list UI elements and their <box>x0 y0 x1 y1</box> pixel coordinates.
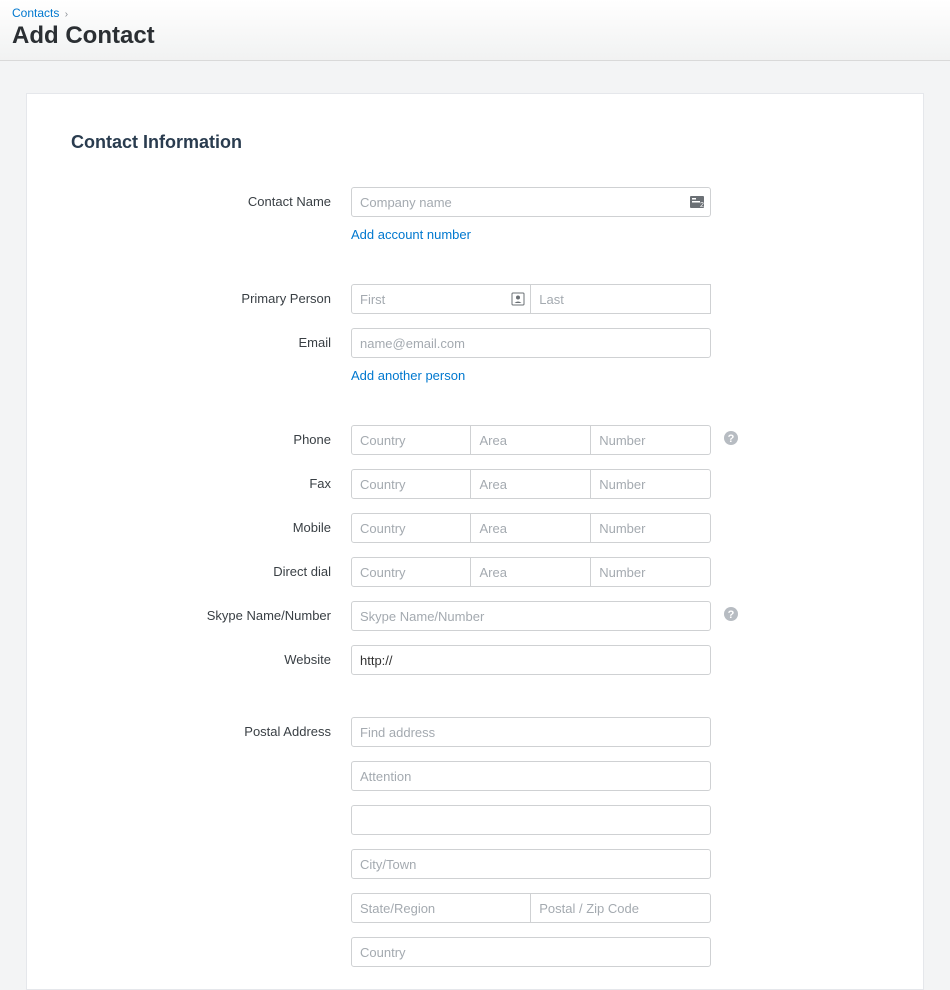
first-name-input[interactable] <box>351 284 531 314</box>
phone-area-input[interactable] <box>471 425 591 455</box>
row-postal-find: Postal Address <box>71 717 879 747</box>
add-another-person-link[interactable]: Add another person <box>351 368 465 383</box>
postal-find-address-input[interactable] <box>351 717 711 747</box>
row-skype: Skype Name/Number ? <box>71 601 879 631</box>
fax-area-input[interactable] <box>471 469 591 499</box>
breadcrumb: Contacts › <box>12 6 938 20</box>
postal-street-input[interactable] <box>351 805 711 835</box>
website-input[interactable] <box>351 645 711 675</box>
label-direct-dial: Direct dial <box>71 557 351 579</box>
section-title: Contact Information <box>71 132 879 153</box>
direct-dial-area-input[interactable] <box>471 557 591 587</box>
help-icon[interactable]: ? <box>723 430 747 446</box>
breadcrumb-separator: › <box>65 9 68 20</box>
postal-attention-input[interactable] <box>351 761 711 791</box>
direct-dial-number-input[interactable] <box>591 557 711 587</box>
breadcrumb-contacts-link[interactable]: Contacts <box>12 6 59 20</box>
row-email: Email Add another person <box>71 328 879 383</box>
email-input[interactable] <box>351 328 711 358</box>
contact-form-card: Contact Information Contact Name 2 Add a… <box>26 93 924 990</box>
row-primary-person: Primary Person <box>71 284 879 314</box>
row-fax: Fax <box>71 469 879 499</box>
fax-country-input[interactable] <box>351 469 471 499</box>
skype-input[interactable] <box>351 601 711 631</box>
row-contact-name: Contact Name 2 Add account number <box>71 187 879 242</box>
label-postal-address: Postal Address <box>71 717 351 739</box>
label-skype: Skype Name/Number <box>71 601 351 623</box>
row-website: Website <box>71 645 879 675</box>
row-postal-attention <box>71 761 879 791</box>
postal-city-input[interactable] <box>351 849 711 879</box>
label-primary-person: Primary Person <box>71 284 351 306</box>
row-postal-state-zip <box>71 893 879 923</box>
row-phone: Phone ? <box>71 425 879 455</box>
postal-country-input[interactable] <box>351 937 711 967</box>
direct-dial-country-input[interactable] <box>351 557 471 587</box>
add-account-number-link[interactable]: Add account number <box>351 227 471 242</box>
page-title: Add Contact <box>12 22 938 50</box>
row-postal-city <box>71 849 879 879</box>
row-direct-dial: Direct dial <box>71 557 879 587</box>
postal-zip-input[interactable] <box>531 893 711 923</box>
phone-number-input[interactable] <box>591 425 711 455</box>
row-postal-street <box>71 805 879 835</box>
svg-text:?: ? <box>728 609 735 621</box>
row-postal-country <box>71 937 879 967</box>
row-mobile: Mobile <box>71 513 879 543</box>
svg-text:?: ? <box>728 433 735 445</box>
label-contact-name: Contact Name <box>71 187 351 209</box>
help-icon[interactable]: ? <box>723 606 747 622</box>
phone-country-input[interactable] <box>351 425 471 455</box>
label-email: Email <box>71 328 351 350</box>
page-header: Contacts › Add Contact <box>0 0 950 61</box>
postal-state-input[interactable] <box>351 893 531 923</box>
last-name-input[interactable] <box>531 284 711 314</box>
label-fax: Fax <box>71 469 351 491</box>
mobile-country-input[interactable] <box>351 513 471 543</box>
mobile-number-input[interactable] <box>591 513 711 543</box>
fax-number-input[interactable] <box>591 469 711 499</box>
contact-name-input[interactable] <box>351 187 711 217</box>
label-website: Website <box>71 645 351 667</box>
label-mobile: Mobile <box>71 513 351 535</box>
mobile-area-input[interactable] <box>471 513 591 543</box>
label-phone: Phone <box>71 425 351 447</box>
